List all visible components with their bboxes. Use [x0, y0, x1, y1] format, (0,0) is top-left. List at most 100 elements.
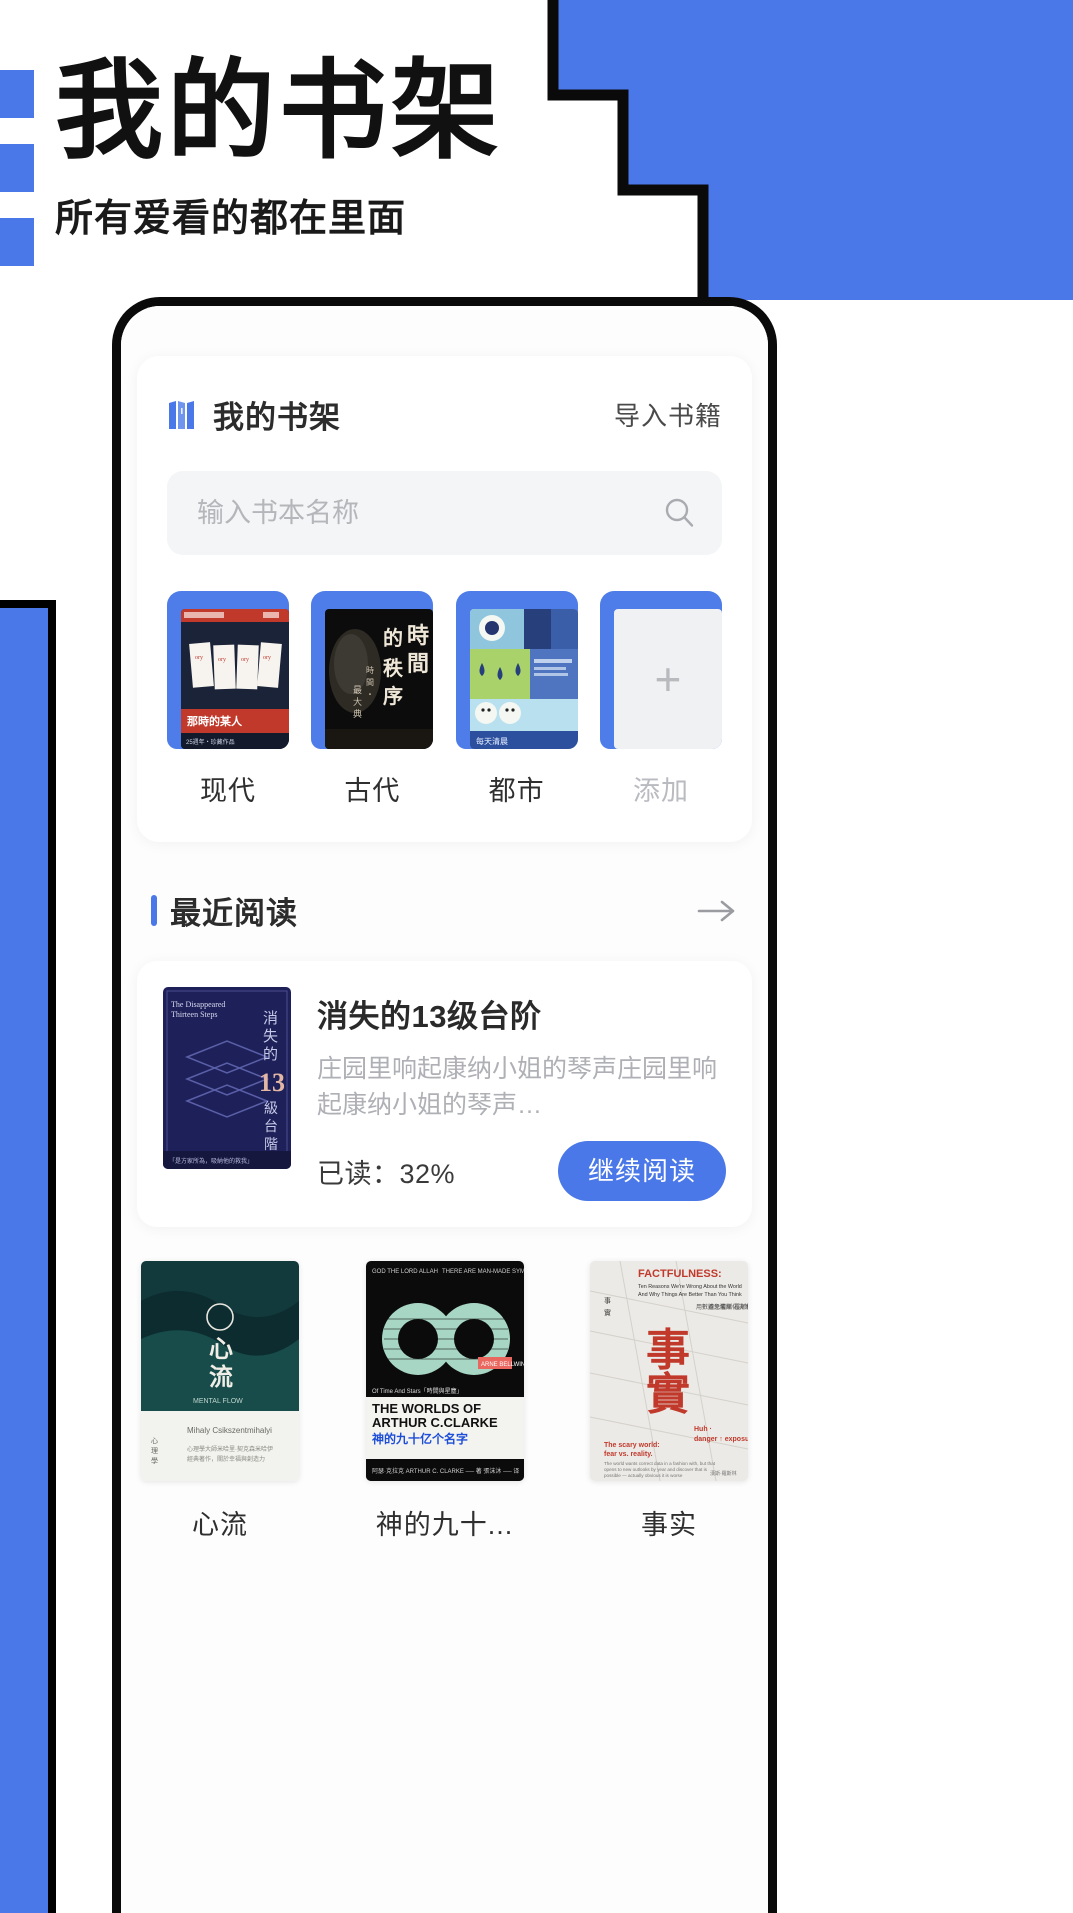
- bookshelf-card: 我的书架 导入书籍 输入书本名称 ory ory ory ory 那時的某人 2…: [137, 356, 752, 842]
- svg-text:的: 的: [263, 1046, 278, 1063]
- svg-text:最: 最: [353, 685, 362, 695]
- recent-section-header: 最近阅读: [151, 888, 738, 933]
- svg-text:ory: ory: [263, 655, 271, 661]
- svg-text:漢斯·羅斯林: 漢斯·羅斯林: [710, 1470, 737, 1477]
- svg-text:13: 13: [259, 1068, 285, 1097]
- svg-text:・: ・: [366, 690, 374, 699]
- flow-cover: 心 流 MENTAL FLOW Mihaly Csikszentmihalyi …: [141, 1261, 299, 1481]
- page-title: 我的书架: [55, 50, 504, 171]
- book-name: 神的九十...: [375, 1510, 514, 1540]
- svg-text:ory: ory: [218, 657, 226, 663]
- svg-text:心: 心: [151, 1437, 158, 1445]
- books-icon: [169, 400, 194, 429]
- svg-text:實: 實: [604, 1308, 611, 1317]
- svg-text:ory: ory: [195, 655, 203, 661]
- reading-progress-label: 已读：32%: [317, 1158, 456, 1189]
- svg-text:心理學大師米哈里·契克森米哈伊: 心理學大師米哈里·契克森米哈伊: [187, 1445, 273, 1453]
- book-name: 心流: [192, 1510, 248, 1540]
- continue-reading-button[interactable]: 继续阅读: [557, 1141, 726, 1201]
- svg-text:And Why Things Are Better Than: And Why Things Are Better Than You Think: [638, 1292, 742, 1298]
- svg-text:秩: 秩: [383, 657, 404, 680]
- featured-book-footer: 已读：32% 继续阅读: [317, 1141, 726, 1201]
- city-cover: 每天清晨: [469, 609, 578, 749]
- decorative-bar: [0, 218, 34, 266]
- svg-text:序: 序: [383, 684, 403, 708]
- category-label: 都市: [488, 776, 545, 806]
- svg-text:阿瑟·克拉克 ARTHUR C. CLARKE ── 著: 阿瑟·克拉克 ARTHUR C. CLARKE ── 著 張沫沐 ── 译: [372, 1467, 519, 1475]
- svg-text:漢斯·羅斯林: 漢斯·羅斯林: [720, 1303, 748, 1311]
- featured-book-body: 消失的13级台阶 庄园里响起康纳小姐的琴声庄园里响起康纳小姐的琴声… 已读：32…: [317, 987, 726, 1201]
- svg-text:The Disappeared: The Disappeared: [171, 1000, 225, 1009]
- phone-screen: 我的书架 导入书籍 输入书本名称 ory ory ory ory 那時的某人 2…: [121, 306, 768, 1913]
- category-label: 现代: [200, 776, 256, 806]
- svg-text:GOD THE LORD ALLAH: GOD THE LORD ALLAH: [372, 1269, 438, 1275]
- svg-text:間: 間: [366, 678, 374, 687]
- svg-text:每天清晨: 每天清晨: [476, 736, 508, 746]
- category-row: ory ory ory ory 那時的某人 25週年・珍藏作品 现代 時 間 的…: [167, 591, 722, 808]
- category-item-modern[interactable]: ory ory ory ory 那時的某人 25週年・珍藏作品 现代: [167, 591, 289, 808]
- page-header: 我的书架 所有爱看的都在里面: [55, 48, 655, 242]
- recent-title-group: 最近阅读: [151, 888, 298, 933]
- accent-bar: [151, 895, 157, 926]
- search-icon[interactable]: [662, 496, 696, 530]
- category-label: 古代: [344, 776, 401, 806]
- book-name: 事实: [641, 1510, 697, 1540]
- svg-text:MENTAL FLOW: MENTAL FLOW: [193, 1398, 243, 1405]
- arrow-right-icon[interactable]: [696, 898, 738, 924]
- svg-text:「是方家所為，吸納他的救我」: 「是方家所為，吸納他的救我」: [169, 1157, 253, 1165]
- add-plus-icon[interactable]: +: [613, 609, 722, 749]
- svg-text:ARTHUR C.CLARKE: ARTHUR C.CLARKE: [372, 1415, 498, 1430]
- svg-text:大: 大: [353, 696, 362, 707]
- import-books-button[interactable]: 导入书籍: [614, 396, 722, 433]
- svg-text:消: 消: [263, 1010, 278, 1027]
- svg-text:時: 時: [366, 666, 374, 675]
- book-grid: 心 流 MENTAL FLOW Mihaly Csikszentmihalyi …: [141, 1261, 748, 1542]
- book-cell-factfulness[interactable]: FACTFULNESS: Ten Reasons We're Wrong Abo…: [590, 1261, 748, 1542]
- search-bar[interactable]: [167, 471, 722, 555]
- svg-text:possible — actually obvious it: possible — actually obvious it is worse: [604, 1473, 683, 1478]
- svg-text:心: 心: [209, 1336, 233, 1363]
- recent-title: 最近阅读: [170, 896, 298, 931]
- page-subtitle: 所有爱看的都在里面: [55, 198, 407, 241]
- svg-text:ory: ory: [241, 657, 249, 663]
- featured-book-title: 消失的13级台阶: [317, 999, 542, 1034]
- svg-text:的: 的: [383, 626, 403, 650]
- svg-text:THE WORLDS OF: THE WORLDS OF: [372, 1401, 481, 1416]
- category-item-add[interactable]: + 添加: [599, 591, 722, 808]
- decorative-bars: [0, 70, 34, 266]
- svg-text:台: 台: [264, 1119, 278, 1135]
- svg-text:時: 時: [407, 623, 429, 648]
- svg-text:The scary world:: The scary world:: [604, 1442, 660, 1449]
- category-thumb[interactable]: 每天清晨: [455, 591, 578, 749]
- modern-cover: ory ory ory ory 那時的某人 25週年・珍藏作品: [181, 609, 289, 749]
- svg-text:The world wants correct data i: The world wants correct data in a fashio…: [604, 1461, 716, 1466]
- svg-text:25週年・珍藏作品: 25週年・珍藏作品: [186, 738, 235, 746]
- svg-text:danger ↑ exposure: danger ↑ exposure: [694, 1436, 748, 1443]
- phone-frame: 我的书架 导入书籍 输入书本名称 ory ory ory ory 那時的某人 2…: [112, 297, 777, 1913]
- svg-text:Ten Reasons We're Wrong About: Ten Reasons We're Wrong About the World: [638, 1284, 742, 1290]
- svg-text:實: 實: [646, 1370, 690, 1419]
- svg-text:階: 階: [264, 1137, 278, 1153]
- category-item-city[interactable]: 每天清晨 都市: [455, 591, 578, 808]
- category-thumb[interactable]: 時 間 的 秩 序 時間 ・ 最大 典: [311, 591, 434, 749]
- decorative-bar: [0, 70, 34, 118]
- svg-text:神的九十亿个名字: 神的九十亿个名字: [372, 1431, 468, 1446]
- featured-book-description: 庄园里响起康纳小姐的琴声庄园里响起康纳小姐的琴声…: [317, 1055, 718, 1119]
- book-cell-clarke[interactable]: GOD THE LORD ALLAH THERE ARE MAN-MADE SY…: [365, 1261, 524, 1542]
- clarke-cover: GOD THE LORD ALLAH THERE ARE MAN-MADE SY…: [365, 1261, 524, 1481]
- svg-text:THERE ARE MAN-MADE SYMBOLS: THERE ARE MAN-MADE SYMBOLS: [442, 1269, 524, 1275]
- svg-text:經典著作，關於幸福與創造力: 經典著作，關於幸福與創造力: [187, 1455, 265, 1463]
- svg-text:典: 典: [353, 708, 362, 719]
- category-thumb-add[interactable]: +: [599, 591, 722, 749]
- svg-text:ARNE BELLWIN: ARNE BELLWIN: [481, 1362, 524, 1368]
- category-thumb[interactable]: ory ory ory ory 那時的某人 25週年・珍藏作品: [167, 591, 289, 749]
- featured-book-card[interactable]: The Disappeared Thirteen Steps 消失 的 13 級…: [137, 961, 752, 1227]
- svg-text:Huh ·: Huh ·: [694, 1426, 712, 1433]
- svg-text:流: 流: [209, 1364, 233, 1391]
- category-item-ancient[interactable]: 時 間 的 秩 序 時間 ・ 最大 典 古代: [311, 591, 434, 808]
- svg-text:級: 級: [264, 1101, 278, 1117]
- book-cell-flow[interactable]: 心 流 MENTAL FLOW Mihaly Csikszentmihalyi …: [141, 1261, 299, 1542]
- svg-text:間: 間: [407, 651, 429, 676]
- search-input[interactable]: [197, 497, 662, 529]
- featured-book-cover: The Disappeared Thirteen Steps 消失 的 13 級…: [163, 987, 291, 1169]
